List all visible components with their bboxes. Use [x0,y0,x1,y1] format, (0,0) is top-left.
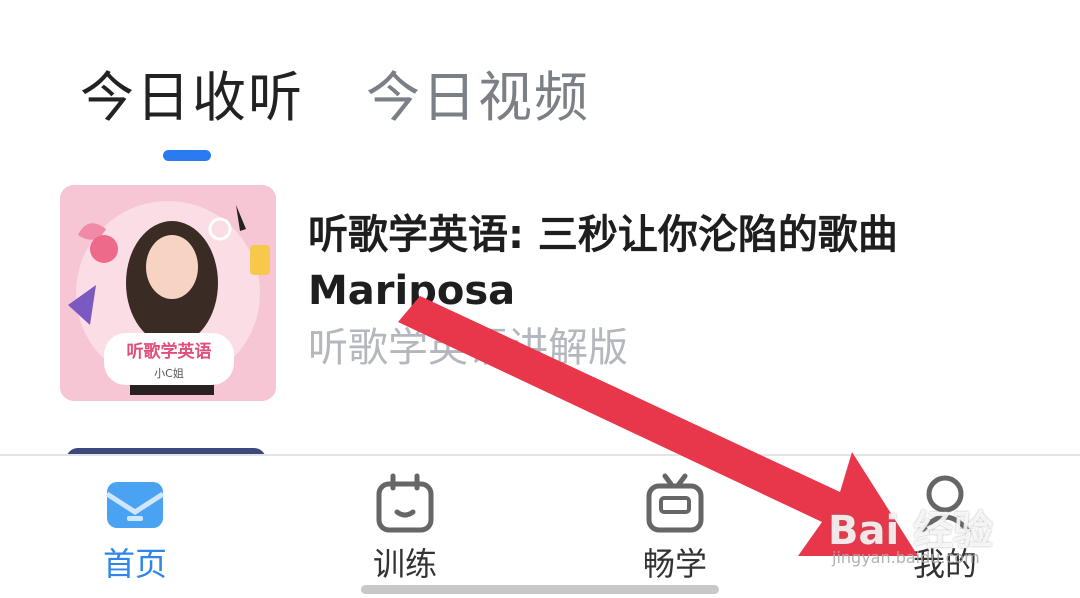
thumbnail-subtitle: 小C姐 [154,366,184,380]
item-thumbnail: 听歌学英语 小C姐 [60,185,276,401]
watermark-url: jingyan.baidu.com [832,548,980,567]
tab-today-video[interactable]: 今日视频 [366,60,590,136]
home-indicator [361,585,719,594]
thumbnail-title: 听歌学英语 [127,341,212,362]
tab-indicator [163,150,211,161]
calendar-icon [373,472,437,536]
top-tabs: 今日收听 今日视频 [80,60,590,136]
list-item[interactable]: 听歌学英语 小C姐 听歌学英语: 三秒让你沦陷的歌曲 Mariposa 听歌学英… [60,185,1010,405]
nav-training[interactable]: 训练 [335,472,475,586]
nav-learn[interactable]: 畅学 [605,472,745,586]
item-title: 听歌学英语: 三秒让你沦陷的歌曲 Mariposa [308,212,898,314]
nav-training-label: 训练 [372,545,437,583]
nav-home-label: 首页 [102,545,167,583]
nav-home[interactable]: 首页 [65,472,205,586]
item-subtitle: 听歌学英语讲解版 [308,325,628,371]
tab-today-listen[interactable]: 今日收听 [80,60,304,136]
nav-learn-label: 畅学 [642,545,707,583]
mail-icon [103,472,167,536]
tv-icon [643,472,707,536]
